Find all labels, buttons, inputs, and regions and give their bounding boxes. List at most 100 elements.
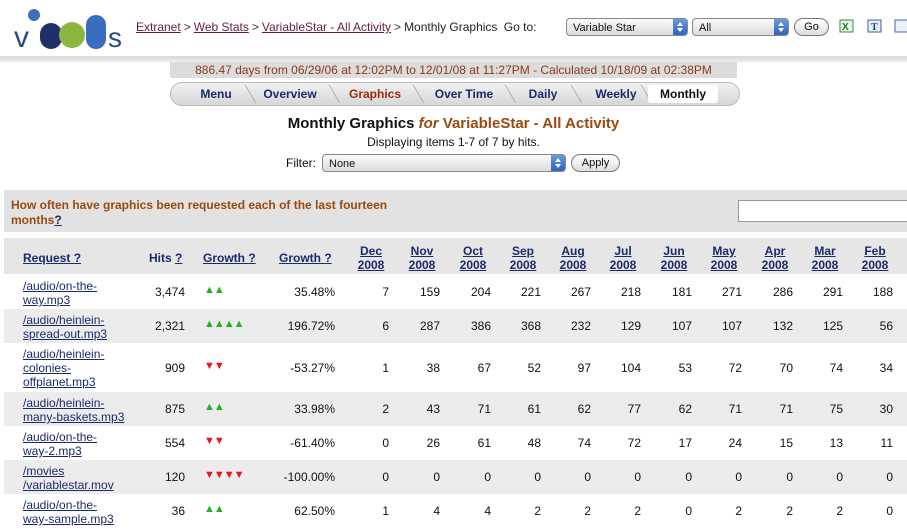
column-header-month[interactable]: Dec 2008	[351, 244, 391, 272]
column-header-month[interactable]: May 2008	[704, 244, 744, 272]
help-link[interactable]: ?	[248, 251, 255, 265]
month-value: 53	[678, 361, 692, 375]
request-link[interactable]: /audio/heinlein-spread-out.mp3	[23, 313, 135, 341]
year-label: 2008	[761, 258, 789, 272]
month-value: 67	[477, 361, 491, 375]
table-row: /audio/heinlein-spread-out.mp3 2,321 ▲▲▲▲ 1…	[4, 309, 907, 343]
question-help-link[interactable]: ?	[54, 213, 61, 227]
month-value: 13	[829, 436, 843, 450]
month-label: Feb	[864, 244, 886, 258]
month-value: 30	[879, 402, 893, 416]
column-header-month[interactable]: Apr 2008	[755, 244, 795, 272]
column-header-month[interactable]: Sep 2008	[503, 244, 543, 272]
month-value: 267	[570, 285, 591, 299]
month-value: 0	[382, 436, 389, 450]
month-value: 72	[728, 361, 742, 375]
svg-text:T: T	[871, 22, 878, 33]
breadcrumb-variablestar[interactable]: VariableStar - All Activity	[262, 20, 391, 34]
extra-icon[interactable]	[893, 18, 907, 36]
month-value: 291	[822, 285, 843, 299]
goto-select[interactable]: Variable Star	[566, 18, 688, 36]
search-input[interactable]	[738, 200, 907, 222]
help-link[interactable]: ?	[74, 251, 81, 265]
request-line: offplanet.mp3	[23, 375, 96, 389]
page-header: v s Extranet > Web Stats > VariableStar - Al…	[0, 0, 907, 56]
breadcrumb-extranet[interactable]: Extranet	[136, 20, 181, 34]
question-label: How often have graphics been requested e…	[11, 198, 388, 227]
column-header-hits: Hits ?	[149, 251, 182, 265]
column-header-month[interactable]: Jun 2008	[654, 244, 694, 272]
growth-percent: 33.98%	[294, 402, 335, 416]
column-header-growth[interactable]: Growth ?	[203, 251, 256, 265]
page-title-entity: VariableStar - All Activity	[442, 115, 620, 132]
vignds-logo[interactable]: v s	[12, 5, 127, 53]
request-link[interactable]: /audio/on-the-way-2.mp3	[23, 430, 135, 458]
request-line: /movies	[23, 464, 65, 478]
page-title: Monthly Graphics for VariableStar - All …	[0, 115, 907, 132]
month-value: 7	[382, 285, 389, 299]
tab-menu[interactable]: Menu	[188, 85, 244, 103]
growth-down-arrow-icon: ▼▼	[204, 360, 225, 372]
column-header-month[interactable]: Nov 2008	[402, 244, 442, 272]
tab-daily[interactable]: Daily	[514, 85, 572, 103]
hits-value: 909	[164, 361, 185, 375]
text-icon[interactable]: T	[866, 18, 884, 36]
month-value: 125	[822, 319, 843, 333]
month-value: 72	[627, 436, 641, 450]
growth-percent: 196.72%	[287, 319, 335, 333]
growth-percent: -61.40%	[290, 436, 335, 450]
year-label: 2008	[509, 258, 537, 272]
help-link[interactable]: ?	[324, 251, 331, 265]
month-value: 26	[426, 436, 440, 450]
svg-text:X: X	[842, 22, 849, 33]
month-value: 56	[879, 319, 893, 333]
column-header-month[interactable]: Feb 2008	[855, 244, 895, 272]
column-header-month[interactable]: Aug 2008	[553, 244, 593, 272]
request-link[interactable]: /movies/variablestar.mov	[23, 464, 135, 492]
filter-select[interactable]: None	[322, 154, 566, 172]
tab-overview[interactable]: Overview	[254, 85, 326, 103]
apply-button[interactable]: Apply	[571, 154, 620, 172]
growth-percent: -53.27%	[290, 361, 335, 375]
column-header-month[interactable]: Mar 2008	[805, 244, 845, 272]
scope-select-value: All	[699, 22, 712, 34]
date-range: 886.47 days from 06/29/06 at 12:02PM to …	[170, 62, 737, 78]
hits-value: 2,321	[154, 319, 185, 333]
growth-percent: 35.48%	[294, 285, 335, 299]
month-value: 0	[685, 470, 692, 484]
month-value: 286	[772, 285, 793, 299]
month-value: 0	[685, 504, 692, 518]
month-value: 15	[779, 436, 793, 450]
request-line: /audio/on-the-	[23, 430, 98, 444]
month-label: Sep	[511, 244, 534, 258]
go-button[interactable]: Go	[794, 18, 829, 36]
help-link[interactable]: ?	[175, 251, 182, 265]
column-header-month[interactable]: Oct 2008	[453, 244, 493, 272]
request-link[interactable]: /audio/on-the-way.mp3	[23, 279, 135, 307]
month-value: 62	[678, 402, 692, 416]
month-value: 287	[419, 319, 440, 333]
month-value: 181	[671, 285, 692, 299]
month-value: 61	[527, 402, 541, 416]
year-label: 2008	[710, 258, 738, 272]
column-header-month[interactable]: Jul 2008	[603, 244, 643, 272]
excel-icon[interactable]: X	[838, 18, 856, 36]
month-value: 74	[577, 436, 591, 450]
tab-monthly[interactable]: Monthly	[648, 85, 718, 103]
breadcrumb-web-stats[interactable]: Web Stats	[194, 20, 249, 34]
request-link[interactable]: /audio/on-the-way-sample.mp3	[23, 498, 135, 526]
tab-weekly[interactable]: Weekly	[580, 85, 652, 103]
column-header-growth-pct[interactable]: Growth ?	[279, 251, 332, 265]
growth-down-arrow-icon: ▼▼▼▼	[204, 469, 245, 481]
request-link[interactable]: /audio/heinlein-many-baskets.mp3	[23, 396, 135, 424]
month-label: Aug	[561, 244, 585, 258]
tab-graphics[interactable]: Graphics	[338, 85, 412, 103]
column-header-request[interactable]: Request ?	[23, 251, 81, 265]
year-label: 2008	[811, 258, 839, 272]
month-value: 386	[470, 319, 491, 333]
tab-over-time[interactable]: Over Time	[422, 85, 506, 103]
table-row: /audio/heinlein-colonies-offplanet.mp3 90…	[4, 343, 907, 392]
year-label: 2008	[357, 258, 385, 272]
scope-select[interactable]: All	[692, 18, 789, 36]
request-link[interactable]: /audio/heinlein-colonies-offplanet.mp3	[23, 347, 135, 389]
